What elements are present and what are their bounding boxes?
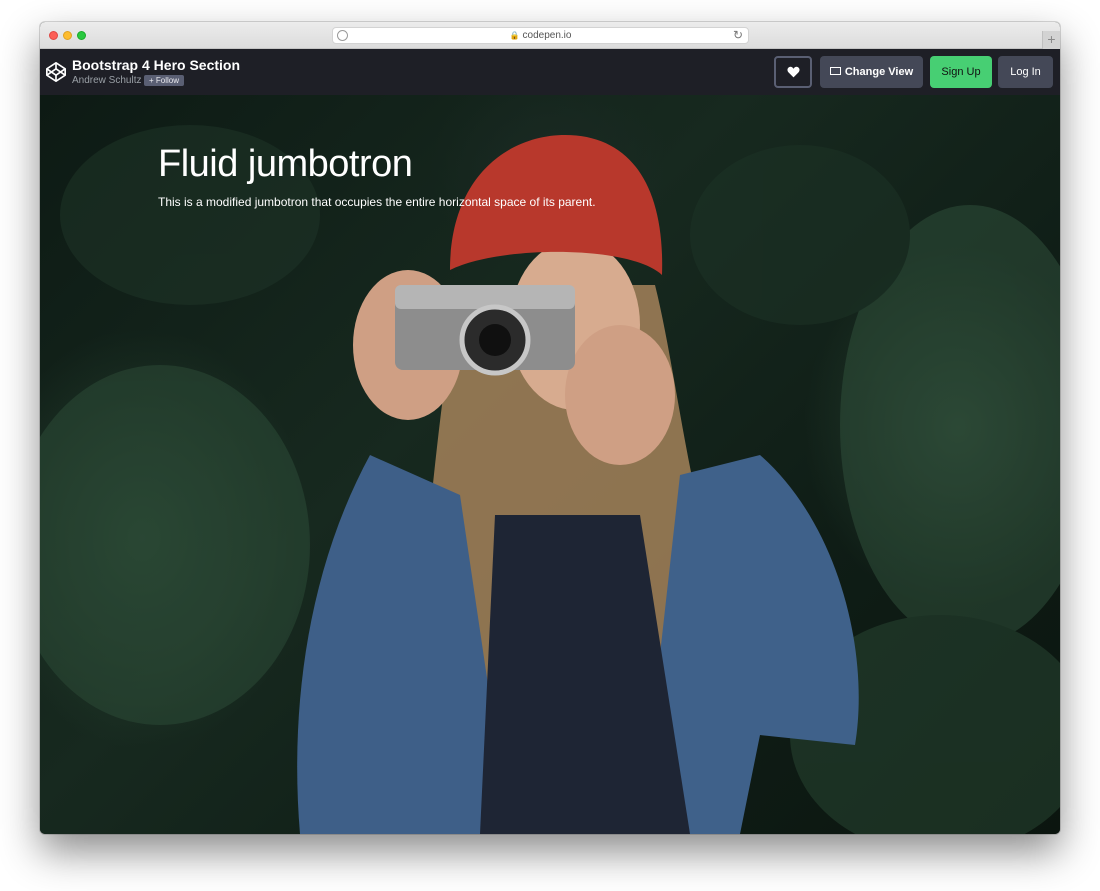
- heart-icon: [786, 66, 800, 78]
- change-view-icon: [829, 67, 841, 76]
- codepen-header: Bootstrap 4 Hero Section Andrew Schultz …: [40, 49, 1060, 95]
- hero-title: Fluid jumbotron: [158, 143, 413, 185]
- follow-button[interactable]: + Follow: [144, 75, 185, 86]
- log-in-button[interactable]: Log In: [998, 56, 1053, 88]
- codepen-logo-icon[interactable]: [45, 61, 67, 83]
- sign-up-button[interactable]: Sign Up: [930, 56, 992, 88]
- browser-titlebar: 🔒 codepen.io ↻ +: [40, 22, 1060, 49]
- lock-icon: 🔒: [509, 31, 520, 40]
- address-bar[interactable]: 🔒 codepen.io ↻: [332, 27, 749, 44]
- hero-lead-text: This is a modified jumbotron that occupi…: [158, 195, 596, 209]
- reload-icon[interactable]: ↻: [733, 28, 743, 42]
- minimize-window-button[interactable]: [63, 31, 72, 40]
- heart-button[interactable]: [774, 56, 812, 88]
- close-window-button[interactable]: [49, 31, 58, 40]
- change-view-label: Change View: [844, 66, 914, 78]
- new-tab-button[interactable]: +: [1042, 31, 1060, 49]
- maximize-window-button[interactable]: [77, 31, 86, 40]
- url-text: codepen.io: [522, 30, 572, 41]
- pen-title: Bootstrap 4 Hero Section: [72, 57, 241, 73]
- change-view-button[interactable]: Change View: [820, 56, 923, 88]
- browser-window: 🔒 codepen.io ↻ + Bootstrap 4 Hero Section…: [40, 22, 1060, 834]
- pen-author-link[interactable]: Andrew Schultz: [72, 75, 141, 86]
- hero-jumbotron: Fluid jumbotron This is a modified jumbo…: [40, 95, 1060, 834]
